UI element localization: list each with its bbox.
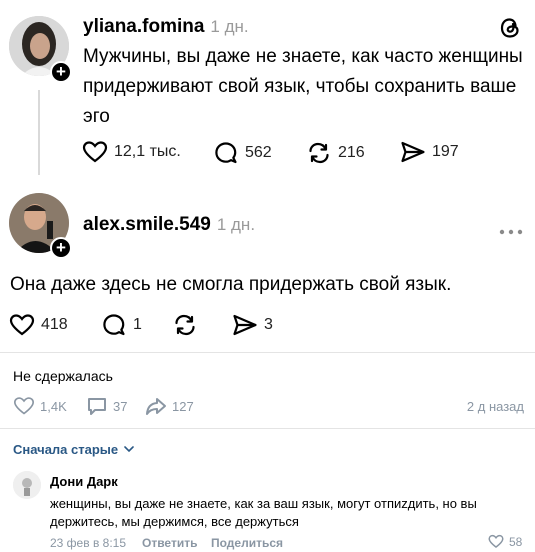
comment-button[interactable]: 562	[213, 140, 272, 166]
post-text: Она даже здесь не смогла придержать свой…	[10, 274, 452, 295]
send-icon	[233, 314, 257, 336]
post-username[interactable]: yliana.fomina	[83, 16, 204, 37]
speech-bubble-icon	[215, 142, 237, 164]
comment-button[interactable]: 1	[101, 312, 142, 338]
vk-share-count: 127	[172, 398, 194, 414]
heart-icon	[9, 314, 35, 336]
like-count: 418	[41, 316, 68, 333]
sort-dropdown[interactable]: Сначала старые	[13, 442, 134, 457]
send-icon	[401, 141, 425, 163]
repost-count: 216	[338, 144, 365, 161]
post-header: alex.smile.549 1 дн.	[83, 214, 255, 236]
comment-reply-link[interactable]: Ответить	[142, 536, 197, 550]
vk-share-button[interactable]: 127	[145, 396, 194, 416]
vk-comment-button[interactable]: 37	[86, 396, 127, 416]
follow-plus-icon[interactable]: +	[50, 237, 72, 259]
comment-like-count: 58	[509, 534, 523, 549]
share-button[interactable]: 197	[400, 140, 459, 164]
vk-post-caption: Не сдержалась	[13, 368, 113, 384]
divider	[0, 352, 535, 353]
comment-count: 562	[245, 144, 272, 161]
comment-avatar[interactable]	[13, 471, 41, 499]
post-time: 1 дн.	[210, 17, 249, 36]
sort-label: Сначала старые	[13, 442, 119, 457]
post-username[interactable]: alex.smile.549	[83, 214, 211, 235]
share-count: 3	[264, 316, 273, 333]
heart-icon	[13, 397, 35, 415]
vk-comment-count: 37	[113, 398, 128, 414]
divider	[0, 428, 535, 429]
post-text: Мужчины, вы даже не знаете, как часто же…	[83, 46, 523, 127]
like-button[interactable]: 418	[9, 313, 68, 337]
comment-text: женщины, вы даже не знаете, как за ваш я…	[50, 496, 477, 529]
share-arrow-icon	[146, 398, 166, 415]
comment-author[interactable]: Дони Дарк	[50, 474, 118, 489]
repost-icon	[309, 142, 329, 164]
vk-like-button[interactable]: 1,4K	[13, 396, 67, 416]
comment-count: 1	[133, 316, 142, 333]
like-count: 12,1 тыс.	[114, 143, 181, 160]
vk-post-time: 2 д назад	[466, 399, 524, 414]
comment-like-button[interactable]: 58	[488, 534, 522, 549]
repost-button[interactable]: 216	[306, 140, 365, 166]
comment-icon	[88, 398, 106, 415]
share-count: 197	[432, 143, 459, 160]
follow-plus-icon[interactable]: +	[50, 61, 72, 83]
repost-button[interactable]	[172, 312, 198, 338]
thread-connector-line	[38, 90, 40, 175]
comment-date: 23 фев в 8:15	[50, 536, 127, 550]
chevron-down-icon	[124, 446, 134, 453]
more-options-icon[interactable]	[498, 223, 524, 235]
heart-icon	[488, 534, 504, 548]
vk-like-count: 1,4K	[40, 398, 67, 414]
comment-share-link[interactable]: Поделиться	[211, 536, 283, 550]
heart-icon	[82, 141, 108, 163]
repost-icon	[175, 314, 195, 336]
speech-bubble-icon	[103, 314, 125, 336]
threads-logo-icon[interactable]	[498, 16, 522, 40]
like-button[interactable]: 12,1 тыс.	[82, 140, 181, 164]
post-time: 1 дн.	[216, 215, 256, 234]
share-button[interactable]: 3	[232, 313, 273, 337]
post-header: yliana.fomina 1 дн.	[83, 16, 249, 38]
